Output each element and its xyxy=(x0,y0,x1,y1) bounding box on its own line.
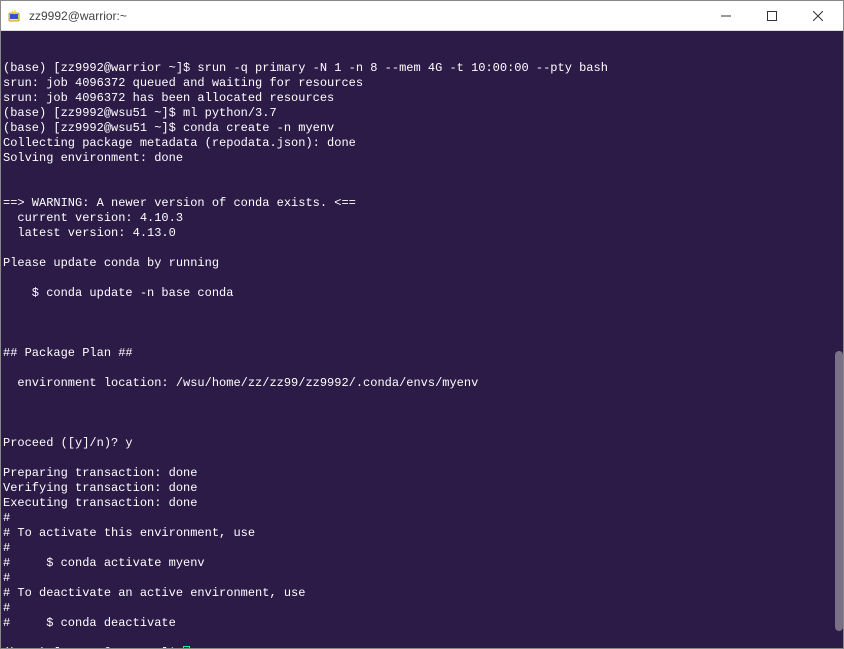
window-title: zz9992@warrior:~ xyxy=(29,9,703,23)
terminal-line: srun: job 4096372 queued and waiting for… xyxy=(3,76,841,91)
terminal-line: Executing transaction: done xyxy=(3,496,841,511)
terminal-line xyxy=(3,406,841,421)
titlebar[interactable]: zz9992@warrior:~ xyxy=(1,1,843,31)
terminal-line: Collecting package metadata (repodata.js… xyxy=(3,136,841,151)
terminal-area[interactable]: (base) [zz9992@warrior ~]$ srun -q prima… xyxy=(1,31,843,648)
terminal-line: # xyxy=(3,571,841,586)
terminal-line: (base) [zz9992@wsu51 ~]$ ml python/3.7 xyxy=(3,106,841,121)
terminal-line: # $ conda activate myenv xyxy=(3,556,841,571)
putty-window: zz9992@warrior:~ (base) [zz9992@warrior … xyxy=(0,0,844,649)
terminal-line xyxy=(3,451,841,466)
terminal-line: # xyxy=(3,511,841,526)
terminal-line xyxy=(3,391,841,406)
terminal-line xyxy=(3,301,841,316)
window-controls xyxy=(703,1,841,30)
terminal-line: Preparing transaction: done xyxy=(3,466,841,481)
terminal-line: (base) [zz9992@warrior ~]$ srun -q prima… xyxy=(3,61,841,76)
terminal-line xyxy=(3,631,841,646)
terminal-line: Please update conda by running xyxy=(3,256,841,271)
terminal-line: # To activate this environment, use xyxy=(3,526,841,541)
terminal-line xyxy=(3,316,841,331)
terminal-line: # To deactivate an active environment, u… xyxy=(3,586,841,601)
cursor xyxy=(183,646,190,648)
terminal-line: Verifying transaction: done xyxy=(3,481,841,496)
terminal-line: # $ conda deactivate xyxy=(3,616,841,631)
terminal-line: # xyxy=(3,541,841,556)
maximize-button[interactable] xyxy=(749,1,795,30)
terminal-line: Solving environment: done xyxy=(3,151,841,166)
putty-icon xyxy=(7,8,23,24)
terminal-line: environment location: /wsu/home/zz/zz99/… xyxy=(3,376,841,391)
terminal-line: latest version: 4.13.0 xyxy=(3,226,841,241)
terminal-line xyxy=(3,241,841,256)
terminal-line: $ conda update -n base conda xyxy=(3,286,841,301)
terminal-line: (base) [zz9992@wsu51 ~]$ xyxy=(3,646,841,648)
terminal-line: Proceed ([y]/n)? y xyxy=(3,436,841,451)
terminal-line xyxy=(3,331,841,346)
terminal-line xyxy=(3,361,841,376)
terminal-line xyxy=(3,421,841,436)
close-button[interactable] xyxy=(795,1,841,30)
terminal-line xyxy=(3,271,841,286)
terminal-line: (base) [zz9992@wsu51 ~]$ conda create -n… xyxy=(3,121,841,136)
scrollbar-thumb[interactable] xyxy=(835,351,843,631)
minimize-button[interactable] xyxy=(703,1,749,30)
terminal-line: # xyxy=(3,601,841,616)
terminal-line: current version: 4.10.3 xyxy=(3,211,841,226)
terminal-content: (base) [zz9992@warrior ~]$ srun -q prima… xyxy=(3,61,841,648)
terminal-line: ==> WARNING: A newer version of conda ex… xyxy=(3,196,841,211)
terminal-line: srun: job 4096372 has been allocated res… xyxy=(3,91,841,106)
terminal-line: ## Package Plan ## xyxy=(3,346,841,361)
terminal-line xyxy=(3,166,841,181)
terminal-line xyxy=(3,181,841,196)
